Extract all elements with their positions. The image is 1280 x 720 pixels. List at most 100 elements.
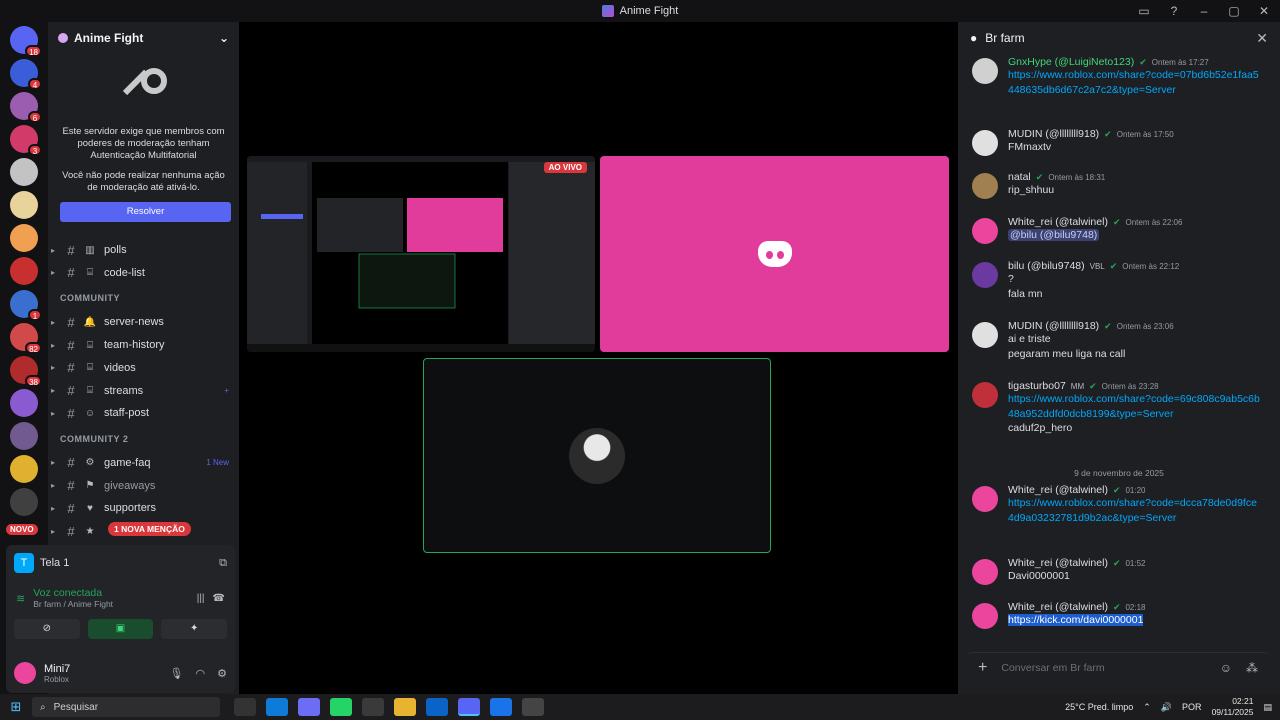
server-icon[interactable]: 1 bbox=[10, 290, 42, 321]
message-item[interactable]: MUDIN (@llllllll918) ✔ Ontem às 17:50 FMmax… bbox=[958, 128, 1280, 156]
avatar[interactable] bbox=[972, 218, 998, 244]
discord-taskbar-icon[interactable] bbox=[458, 698, 480, 716]
server-icon[interactable]: 3 bbox=[10, 125, 42, 156]
expand-arrow-icon[interactable]: ▸ bbox=[48, 318, 58, 327]
channel-item[interactable]: ▸ # ⚙ game-faq 1 New bbox=[48, 453, 239, 473]
notifications-icon[interactable]: ▤ bbox=[1263, 702, 1272, 713]
avatar[interactable] bbox=[972, 486, 998, 512]
expand-arrow-icon[interactable]: ▸ bbox=[48, 409, 58, 418]
apps-icon[interactable]: ⁂ bbox=[1246, 661, 1258, 675]
server-icon[interactable] bbox=[10, 224, 38, 252]
author-name[interactable]: MUDIN (@llllllll918) bbox=[1008, 320, 1099, 332]
server-icon[interactable]: 38 bbox=[10, 356, 42, 387]
expand-arrow-icon[interactable]: ▸ bbox=[48, 363, 58, 372]
avatar[interactable] bbox=[972, 262, 998, 288]
screen-share-button[interactable]: ▣ bbox=[87, 619, 154, 639]
close-window-button[interactable]: ✕ bbox=[1256, 3, 1272, 19]
edge-icon[interactable] bbox=[266, 698, 288, 716]
clock[interactable]: 02:21 09/11/2025 bbox=[1212, 696, 1254, 718]
message-item[interactable]: bilu (@bilu9748) VBL ✔ Ontem às 22:12? fala … bbox=[958, 260, 1280, 301]
message-item[interactable]: MUDIN (@llllllll918) ✔ Ontem às 23:06 ai e … bbox=[958, 320, 1280, 361]
camera-off-button[interactable]: ⊘ bbox=[14, 619, 80, 639]
message-item[interactable]: GnxHype (@LuigiNeto123) ✔ Ontem às 17:27 ht… bbox=[958, 56, 1280, 97]
message-item[interactable]: White_rei (@talwinel) ✔ 02:18 https://kick.… bbox=[958, 601, 1280, 629]
server-icon[interactable]: 4 bbox=[10, 59, 42, 90]
windows-start-icon[interactable]: ⊞ bbox=[0, 699, 32, 715]
chevron-up-icon[interactable]: ⌃ bbox=[1143, 702, 1151, 713]
task-view-icon[interactable] bbox=[234, 698, 256, 716]
author-name[interactable]: White_rei (@talwinel) bbox=[1008, 557, 1108, 569]
channel-category[interactable]: COMMUNITY 2 bbox=[60, 434, 128, 444]
copilot-icon[interactable] bbox=[298, 698, 320, 716]
taskbar-search[interactable]: ⌕ Pesquisar bbox=[32, 697, 220, 717]
server-icon[interactable] bbox=[10, 389, 38, 417]
author-name[interactable]: MUDIN (@llllllll918) bbox=[1008, 128, 1099, 140]
stream-tile-placeholder[interactable] bbox=[600, 156, 949, 352]
server-icon[interactable] bbox=[10, 158, 38, 186]
channel-item[interactable]: ▸ # ⌸ videos bbox=[48, 358, 239, 378]
resolve-button[interactable]: Resolver bbox=[60, 202, 231, 222]
channel-item[interactable]: ▸ # ☺ staff-post bbox=[48, 403, 239, 423]
server-icon[interactable]: 18 bbox=[10, 26, 42, 57]
author-name[interactable]: White_rei (@talwinel) bbox=[1008, 484, 1108, 496]
message-text[interactable]: https://www.roblox.com/share?code=07bd6b… bbox=[1008, 69, 1259, 96]
channel-item[interactable]: ▸ # ♥ supporters bbox=[48, 498, 239, 518]
channel-category[interactable]: COMMUNITY bbox=[60, 293, 120, 303]
author-name[interactable]: natal bbox=[1008, 171, 1031, 183]
stream-tile-screen[interactable]: AO VIVO bbox=[247, 156, 595, 352]
emoji-icon[interactable]: ☺ bbox=[1220, 661, 1232, 675]
obs-icon[interactable] bbox=[522, 698, 544, 716]
server-icon[interactable]: 6 bbox=[10, 92, 42, 123]
headphones-icon[interactable]: ◠ bbox=[196, 667, 206, 680]
author-name[interactable]: GnxHype (@LuigiNeto123) bbox=[1008, 56, 1134, 68]
minimize-button[interactable]: – bbox=[1196, 3, 1212, 19]
expand-arrow-icon[interactable]: ▸ bbox=[48, 481, 58, 490]
channel-item[interactable]: ▸ # ▥ polls bbox=[48, 240, 239, 260]
channel-item[interactable]: ▸ # ⌸ code-list bbox=[48, 263, 239, 283]
mail-icon[interactable] bbox=[426, 698, 448, 716]
popout-icon[interactable]: ⧉ bbox=[219, 557, 227, 570]
message-text[interactable]: https://www.roblox.com/share?code=dcca78… bbox=[1008, 497, 1257, 524]
message-composer[interactable]: + Conversar em Br farm ☺ ⁂ bbox=[966, 652, 1270, 682]
volume-icon[interactable]: 🔊 bbox=[1161, 702, 1172, 713]
roblox-icon[interactable] bbox=[490, 698, 512, 716]
channel-item[interactable]: ▸ # ⚑ giveaways bbox=[48, 476, 239, 496]
message-item[interactable]: tigasturbo07 MM ✔ Ontem às 23:28 https://www… bbox=[958, 380, 1280, 436]
message-item[interactable]: White_rei (@talwinel) ✔ 01:52 Davi0000001 bbox=[958, 557, 1280, 585]
chevron-down-icon[interactable]: ⌄ bbox=[219, 31, 229, 45]
server-icon[interactable] bbox=[10, 257, 38, 285]
avatar[interactable] bbox=[972, 382, 998, 408]
message-text[interactable]: https://kick.com/davi0000001 bbox=[1008, 614, 1144, 626]
message-item[interactable]: natal ✔ Ontem às 18:31 rip_shhuu bbox=[958, 171, 1280, 199]
author-name[interactable]: tigasturbo07 bbox=[1008, 380, 1066, 392]
close-icon[interactable]: ✕ bbox=[1256, 30, 1268, 47]
message-item[interactable]: White_rei (@talwinel) ✔ 01:20 https://www.r… bbox=[958, 484, 1280, 525]
voice-connected-label[interactable]: Voz conectada bbox=[33, 587, 113, 599]
help-icon[interactable]: ? bbox=[1166, 3, 1182, 19]
author-name[interactable]: White_rei (@talwinel) bbox=[1008, 601, 1108, 613]
avatar[interactable] bbox=[972, 58, 998, 84]
server-icon[interactable] bbox=[10, 455, 38, 483]
server-header[interactable]: Anime Fight ⌄ bbox=[48, 22, 239, 54]
avatar[interactable] bbox=[972, 603, 998, 629]
whatsapp-icon[interactable] bbox=[330, 698, 352, 716]
add-attachment-icon[interactable]: + bbox=[978, 659, 987, 677]
expand-arrow-icon[interactable]: ▸ bbox=[48, 527, 58, 536]
author-name[interactable]: bilu (@bilu9748) bbox=[1008, 260, 1085, 272]
new-mention-pill[interactable]: 1 NOVA MENÇÃO bbox=[108, 522, 191, 536]
channel-item[interactable]: ▸ # 🔔 server-news bbox=[48, 312, 239, 332]
expand-arrow-icon[interactable]: ▸ bbox=[48, 458, 58, 467]
server-icon[interactable]: 82 bbox=[10, 323, 42, 354]
expand-arrow-icon[interactable]: ▸ bbox=[48, 504, 58, 513]
avatar[interactable] bbox=[972, 559, 998, 585]
settings-gear-icon[interactable]: ⚙ bbox=[217, 667, 227, 680]
activities-button[interactable]: ✦ bbox=[161, 619, 228, 639]
expand-arrow-icon[interactable]: ▸ bbox=[48, 341, 58, 350]
expand-arrow-icon[interactable]: ▸ bbox=[48, 386, 58, 395]
message-item[interactable]: White_rei (@talwinel) ✔ Ontem às 22:06 @bil… bbox=[958, 216, 1280, 244]
disconnect-icon[interactable]: ☎ bbox=[213, 593, 225, 604]
channel-item[interactable]: ▸ # ⌸ team-history bbox=[48, 335, 239, 355]
file-explorer-icon[interactable] bbox=[394, 698, 416, 716]
author-name[interactable]: White_rei (@talwinel) bbox=[1008, 216, 1108, 228]
noise-suppression-icon[interactable]: ||| bbox=[197, 593, 205, 604]
